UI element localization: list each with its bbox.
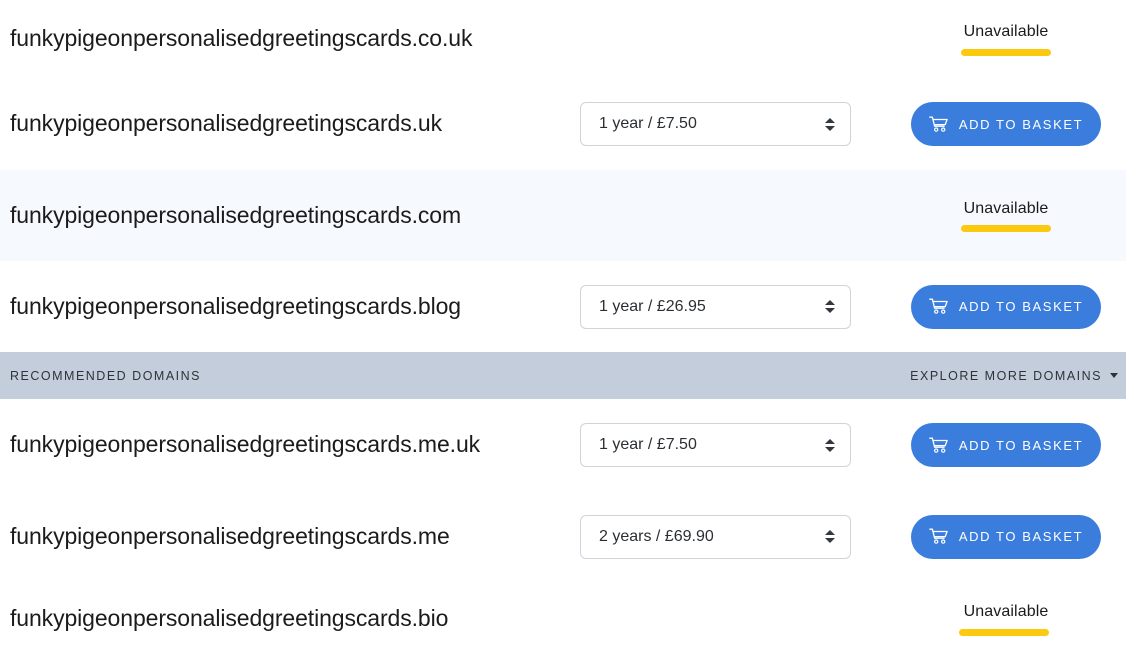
- domain-result-row: funkypigeonpersonalisedgreetingscards.co…: [0, 170, 1126, 261]
- action-column: ADD TO BASKET: [910, 261, 1126, 352]
- explore-more-domains-label: EXPLORE MORE DOMAINS: [910, 368, 1102, 383]
- domain-result-row: funkypigeonpersonalisedgreetingscards.uk…: [0, 78, 1126, 170]
- registration-term-select[interactable]: 1 year / £26.95: [580, 284, 851, 329]
- add-to-basket-button[interactable]: ADD TO BASKET: [911, 284, 1101, 329]
- action-column: ADD TO BASKET: [910, 491, 1126, 582]
- section-title: RECOMMENDED DOMAINS: [10, 368, 202, 383]
- add-to-basket-button[interactable]: ADD TO BASKET: [911, 514, 1101, 559]
- action-column: Unavailable: [910, 582, 1126, 656]
- domain-name: funkypigeonpersonalisedgreetingscards.uk: [10, 110, 443, 137]
- term-column: 2 years / £69.90: [580, 514, 910, 559]
- term-select-wrapper: 1 year / £7.50: [580, 102, 851, 146]
- status-badge: Unavailable: [911, 199, 1101, 233]
- status-badge: Unavailable: [911, 602, 1101, 636]
- domain-name: funkypigeonpersonalisedgreetingscards.bl…: [10, 292, 461, 319]
- add-to-basket-label: ADD TO BASKET: [958, 116, 1084, 132]
- domain-name: funkypigeonpersonalisedgreetingscards.co…: [10, 201, 462, 228]
- action-column: Unavailable: [910, 0, 1126, 78]
- shopping-cart-icon: [928, 298, 948, 315]
- action-column: ADD TO BASKET: [910, 78, 1126, 170]
- action-column: Unavailable: [910, 170, 1126, 261]
- chevron-down-icon: [1110, 373, 1118, 378]
- unavailable-underline: [961, 225, 1051, 233]
- add-to-basket-label: ADD TO BASKET: [958, 437, 1084, 453]
- term-column: 1 year / £7.50: [580, 423, 910, 467]
- status-badge: Unavailable: [911, 22, 1101, 56]
- unavailable-underline: [959, 628, 1049, 636]
- domain-name: funkypigeonpersonalisedgreetingscards.me…: [10, 431, 481, 458]
- domain-result-row: funkypigeonpersonalisedgreetingscards.me…: [0, 399, 1126, 491]
- shopping-cart-icon: [928, 116, 948, 133]
- domain-search-results: funkypigeonpersonalisedgreetingscards.co…: [0, 0, 1126, 663]
- shopping-cart-icon: [928, 437, 948, 454]
- domain-result-row: funkypigeonpersonalisedgreetingscards.me…: [0, 491, 1126, 582]
- explore-more-domains-button[interactable]: EXPLORE MORE DOMAINS: [910, 369, 1126, 383]
- add-to-basket-button[interactable]: ADD TO BASKET: [911, 423, 1101, 467]
- registration-term-select[interactable]: 2 years / £69.90: [580, 514, 851, 559]
- unavailable-label: Unavailable: [963, 199, 1049, 217]
- domain-name: funkypigeonpersonalisedgreetingscards.co…: [10, 25, 473, 52]
- add-to-basket-label: ADD TO BASKET: [958, 299, 1084, 314]
- action-column: ADD TO BASKET: [910, 399, 1126, 491]
- add-to-basket-button[interactable]: ADD TO BASKET: [911, 102, 1101, 146]
- domain-result-row: funkypigeonpersonalisedgreetingscards.bl…: [0, 261, 1126, 352]
- unavailable-label: Unavailable: [963, 23, 1049, 41]
- unavailable-label: Unavailable: [963, 603, 1049, 621]
- term-column: 1 year / £7.50: [580, 102, 910, 146]
- term-select-wrapper: 1 year / £7.50: [580, 423, 851, 467]
- domain-result-row: funkypigeonpersonalisedgreetingscards.bi…: [0, 582, 1126, 656]
- domain-name: funkypigeonpersonalisedgreetingscards.bi…: [10, 605, 449, 632]
- unavailable-underline: [961, 48, 1051, 56]
- domain-result-row: funkypigeonpersonalisedgreetingscards.co…: [0, 0, 1126, 78]
- shopping-cart-icon: [928, 528, 948, 545]
- add-to-basket-label: ADD TO BASKET: [958, 529, 1084, 544]
- term-column: 1 year / £26.95: [580, 284, 910, 329]
- registration-term-select[interactable]: 1 year / £7.50: [580, 102, 851, 146]
- recommended-domains-bar: RECOMMENDED DOMAINS EXPLORE MORE DOMAINS: [0, 352, 1126, 399]
- term-select-wrapper: 2 years / £69.90: [580, 514, 851, 559]
- domain-name: funkypigeonpersonalisedgreetingscards.me: [10, 522, 450, 549]
- registration-term-select[interactable]: 1 year / £7.50: [580, 423, 851, 467]
- term-select-wrapper: 1 year / £26.95: [580, 284, 851, 329]
